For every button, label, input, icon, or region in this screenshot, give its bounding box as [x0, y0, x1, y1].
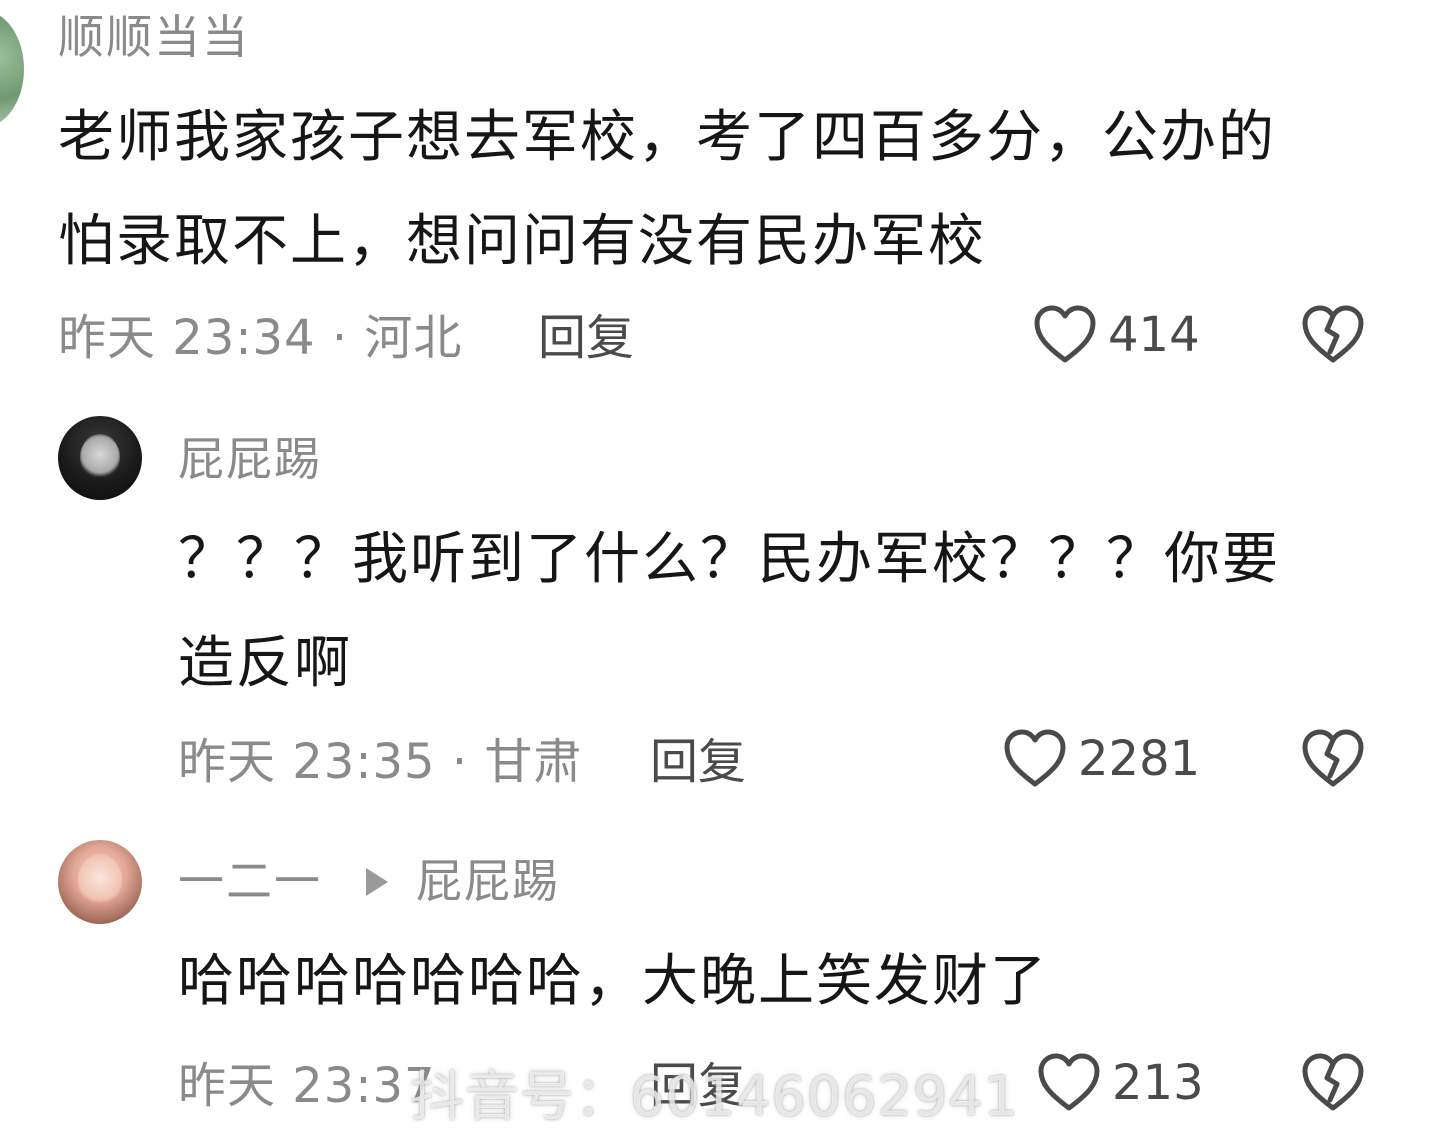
comment-username[interactable]: 顺顺当当: [58, 14, 250, 60]
avatar[interactable]: [58, 840, 142, 924]
reply-button[interactable]: 回复: [650, 738, 746, 786]
dislike-button[interactable]: [1300, 728, 1366, 790]
broken-heart-icon: [1302, 305, 1364, 363]
broken-heart-icon: [1302, 729, 1364, 787]
comment-time-location: 昨天 23:34 · 河北: [58, 310, 463, 366]
comment-time-location: 昨天 23:35 · 甘肃: [178, 734, 583, 790]
like-button[interactable]: 2281: [1002, 728, 1200, 790]
comment-username[interactable]: 一二一: [178, 858, 322, 904]
like-count: 2281: [1078, 731, 1201, 787]
comment-text: 哈哈哈哈哈哈哈，大晚上笑发财了: [178, 949, 1048, 1014]
comment-time-location: 昨天 23:37: [178, 1058, 436, 1114]
heart-outline-icon: [1004, 729, 1066, 787]
heart-outline-icon: [1034, 305, 1096, 363]
like-count: 213: [1112, 1055, 1204, 1111]
avatar[interactable]: [0, 10, 24, 128]
comment-text: ？？？我听到了什么？民办军校？？？你要 造反啊: [178, 527, 1280, 696]
play-arrow-icon: [366, 868, 388, 896]
comment-username[interactable]: 屁屁踢: [178, 436, 322, 482]
broken-heart-icon: [1302, 1053, 1364, 1111]
like-button[interactable]: 414: [1032, 304, 1200, 366]
comment-text: 老师我家孩子想去军校，考了四百多分，公办的 怕录取不上，想问问有没有民办军校: [58, 105, 1276, 274]
reply-to-username[interactable]: 屁屁踢: [416, 858, 560, 904]
like-button[interactable]: 213: [1036, 1052, 1204, 1114]
avatar[interactable]: [58, 416, 142, 500]
like-count: 414: [1108, 307, 1200, 363]
douyin-watermark: 抖音号：60146062941: [410, 1065, 1019, 1128]
reply-button[interactable]: 回复: [538, 314, 634, 362]
dislike-button[interactable]: [1300, 304, 1366, 366]
dislike-button[interactable]: [1300, 1052, 1366, 1114]
heart-outline-icon: [1038, 1053, 1100, 1111]
